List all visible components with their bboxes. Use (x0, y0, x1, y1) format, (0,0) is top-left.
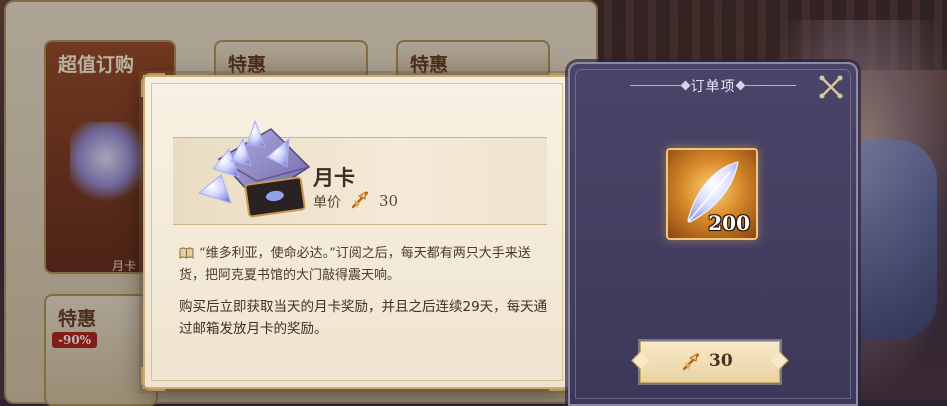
title-divider (744, 85, 796, 86)
shop-card-special-3[interactable]: 特惠 -90% (44, 294, 158, 406)
shop-card-title: 特惠 (58, 308, 97, 330)
discount-badge: -90% (52, 332, 98, 348)
quill-currency-icon (682, 353, 700, 371)
shop-card-title: 特惠 (410, 54, 449, 76)
unit-price-value: 30 (379, 192, 399, 210)
order-panel-title: 订单项 (690, 79, 736, 95)
reward-quantity: 200 (708, 211, 750, 235)
reward-item-tile[interactable]: 200 (666, 148, 758, 240)
ornament-corner (141, 73, 165, 97)
order-panel: 订单项 200 30 (568, 62, 858, 406)
buy-button[interactable]: 30 (640, 341, 780, 383)
buy-button-price: 30 (709, 351, 733, 371)
ornament-corner (141, 367, 165, 391)
shop-card-title: 超值订购 (58, 54, 135, 76)
close-icon[interactable] (816, 72, 846, 102)
crystal-icon (70, 122, 150, 202)
quill-currency-icon (351, 191, 369, 209)
shop-card-item-name: 月卡 (112, 259, 137, 273)
item-name: 月卡 (313, 165, 355, 190)
shop-card-title: 特惠 (228, 54, 267, 76)
unit-price-label: 单价 (313, 195, 341, 211)
item-description: 购买后立即获取当天的月卡奖励，并且之后连续29天，每天通过邮箱发放月卡的奖励。 (179, 299, 548, 337)
item-detail-popup: 月卡 单价 30 “维多利亚，使命必达。”订阅之后，每天都有两只大手来送货，把阿… (141, 73, 573, 391)
item-quote: “维多利亚，使命必达。”订阅之后，每天都有两只大手来送货，把阿克夏书馆的大门敲得… (179, 246, 531, 283)
envelope-crystal-icon (197, 119, 311, 218)
